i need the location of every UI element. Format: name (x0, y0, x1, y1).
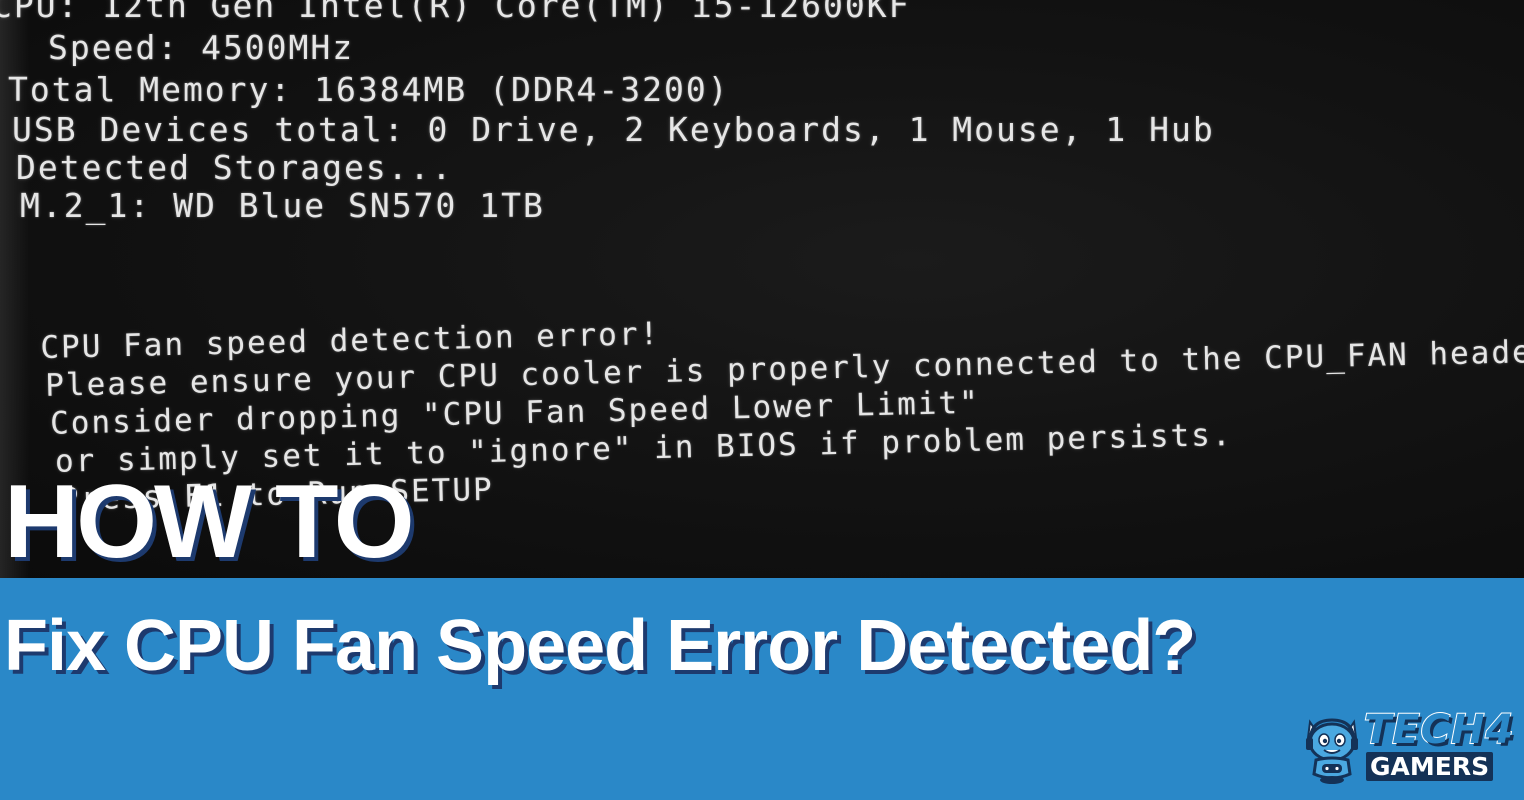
bios-memory-line: Total Memory: 16384MB (DDR4-3200) (8, 70, 730, 109)
bios-storage-line: M.2_1: WD Blue SN570 1TB (20, 186, 545, 225)
gamer-mascot-icon (1306, 718, 1358, 784)
page-title: Fix CPU Fan Speed Error Detected? (4, 606, 1196, 686)
brand-logo: TECH4 GAMERS (1300, 709, 1514, 788)
how-to-heading: HOW TO (4, 464, 415, 580)
bios-detected-line: Detected Storages... (16, 148, 454, 187)
bios-cpu-line: CPU: 12th Gen Intel(R) Core(TM) i5-12600… (0, 0, 911, 25)
bios-speed-line: Speed: 4500MHz (48, 28, 355, 67)
logo-word-tech4: TECH4 (1363, 707, 1515, 753)
thumbnail: CPU: 12th Gen Intel(R) Core(TM) i5-12600… (0, 0, 1524, 800)
bios-usb-line: USB Devices total: 0 Drive, 2 Keyboards,… (12, 110, 1215, 149)
logo-wordmark: TECH4 GAMERS (1363, 709, 1514, 788)
logo-word-gamers: GAMERS (1366, 752, 1494, 781)
